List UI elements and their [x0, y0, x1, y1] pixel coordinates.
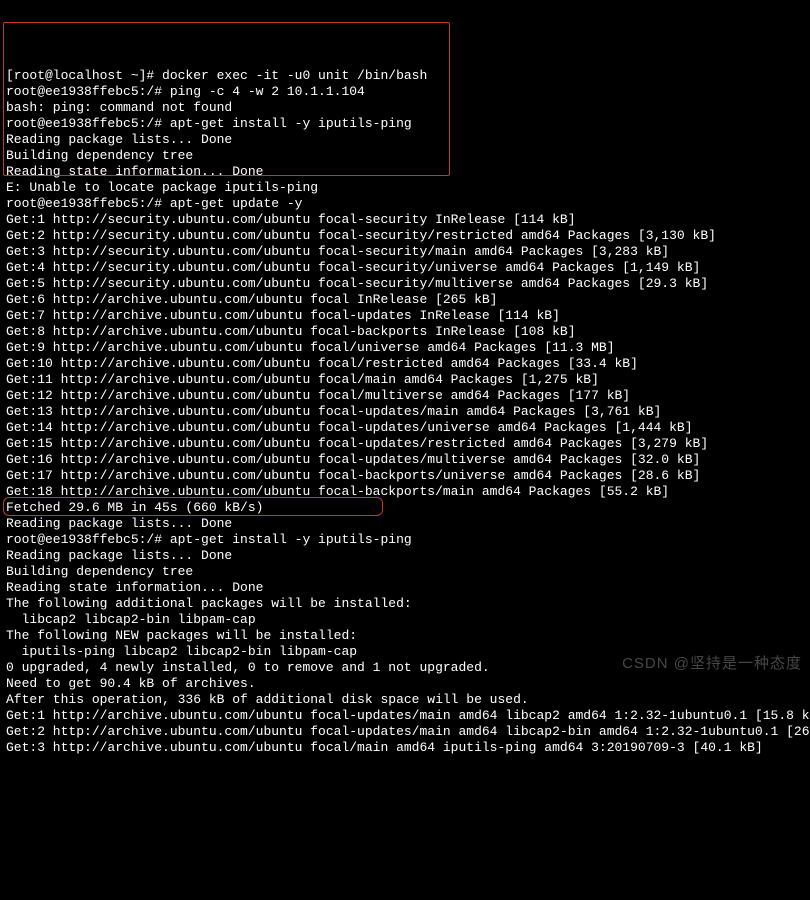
terminal-line: Get:7 http://archive.ubuntu.com/ubuntu f…	[6, 308, 804, 324]
terminal-output[interactable]: [root@localhost ~]# docker exec -it -u0 …	[6, 68, 804, 756]
terminal-line: libcap2 libcap2-bin libpam-cap	[6, 612, 804, 628]
terminal-line: iputils-ping libcap2 libcap2-bin libpam-…	[6, 644, 804, 660]
terminal-line: Fetched 29.6 MB in 45s (660 kB/s)	[6, 500, 804, 516]
terminal-line: Reading package lists... Done	[6, 516, 804, 532]
terminal-line: bash: ping: command not found	[6, 100, 804, 116]
terminal-line: The following NEW packages will be insta…	[6, 628, 804, 644]
terminal-line: Get:1 http://security.ubuntu.com/ubuntu …	[6, 212, 804, 228]
terminal-line: root@ee1938ffebc5:/# apt-get install -y …	[6, 116, 804, 132]
terminal-line: Get:3 http://archive.ubuntu.com/ubuntu f…	[6, 740, 804, 756]
terminal-line: Get:12 http://archive.ubuntu.com/ubuntu …	[6, 388, 804, 404]
terminal-line: Building dependency tree	[6, 148, 804, 164]
terminal-line: Get:16 http://archive.ubuntu.com/ubuntu …	[6, 452, 804, 468]
terminal-line: Get:2 http://security.ubuntu.com/ubuntu …	[6, 228, 804, 244]
terminal-line: Get:18 http://archive.ubuntu.com/ubuntu …	[6, 484, 804, 500]
terminal-line: Get:1 http://archive.ubuntu.com/ubuntu f…	[6, 708, 804, 724]
terminal-line: Reading state information... Done	[6, 164, 804, 180]
terminal-line: Get:13 http://archive.ubuntu.com/ubuntu …	[6, 404, 804, 420]
terminal-line: Get:4 http://security.ubuntu.com/ubuntu …	[6, 260, 804, 276]
terminal-line: After this operation, 336 kB of addition…	[6, 692, 804, 708]
terminal-line: Get:6 http://archive.ubuntu.com/ubuntu f…	[6, 292, 804, 308]
terminal-line: Get:17 http://archive.ubuntu.com/ubuntu …	[6, 468, 804, 484]
terminal-line: Get:9 http://archive.ubuntu.com/ubuntu f…	[6, 340, 804, 356]
terminal-line: The following additional packages will b…	[6, 596, 804, 612]
terminal-line: Get:15 http://archive.ubuntu.com/ubuntu …	[6, 436, 804, 452]
terminal-line: root@ee1938ffebc5:/# apt-get install -y …	[6, 532, 804, 548]
terminal-line: Get:2 http://archive.ubuntu.com/ubuntu f…	[6, 724, 804, 740]
terminal-line: Get:11 http://archive.ubuntu.com/ubuntu …	[6, 372, 804, 388]
terminal-line: root@ee1938ffebc5:/# ping -c 4 -w 2 10.1…	[6, 84, 804, 100]
terminal-line: Reading package lists... Done	[6, 548, 804, 564]
terminal-line: Get:3 http://security.ubuntu.com/ubuntu …	[6, 244, 804, 260]
terminal-line: Reading package lists... Done	[6, 132, 804, 148]
terminal-line: Get:14 http://archive.ubuntu.com/ubuntu …	[6, 420, 804, 436]
terminal-line: root@ee1938ffebc5:/# apt-get update -y	[6, 196, 804, 212]
terminal-line: Get:5 http://security.ubuntu.com/ubuntu …	[6, 276, 804, 292]
terminal-line: Building dependency tree	[6, 564, 804, 580]
terminal-line: Need to get 90.4 kB of archives.	[6, 676, 804, 692]
terminal-line: 0 upgraded, 4 newly installed, 0 to remo…	[6, 660, 804, 676]
terminal-line: Get:8 http://archive.ubuntu.com/ubuntu f…	[6, 324, 804, 340]
terminal-line: Reading state information... Done	[6, 580, 804, 596]
terminal-line: E: Unable to locate package iputils-ping	[6, 180, 804, 196]
terminal-line: [root@localhost ~]# docker exec -it -u0 …	[6, 68, 804, 84]
terminal-line: Get:10 http://archive.ubuntu.com/ubuntu …	[6, 356, 804, 372]
